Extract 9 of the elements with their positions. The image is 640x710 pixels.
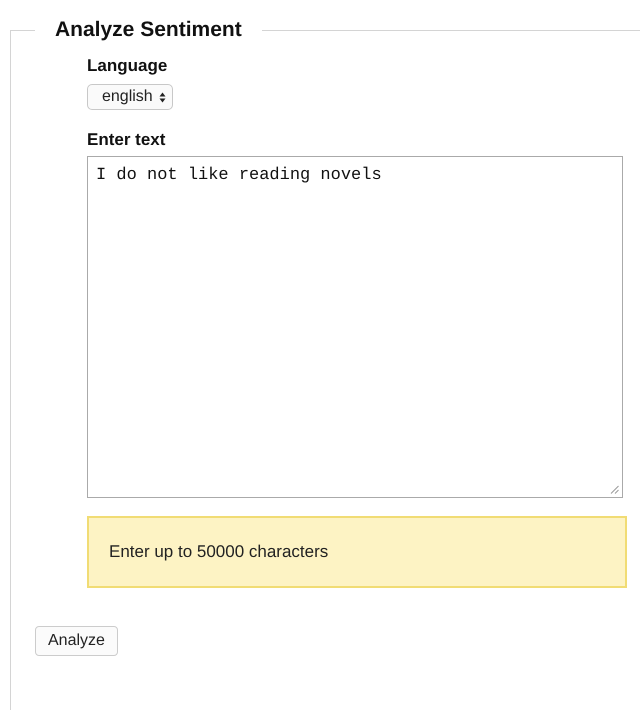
language-select[interactable]: english (87, 84, 173, 110)
text-input-field[interactable]: I do not like reading novels (87, 156, 623, 498)
up-down-caret-icon (158, 92, 166, 102)
analyze-button[interactable]: Analyze (35, 626, 118, 656)
resize-grip-icon (610, 485, 619, 494)
section-title: Analyze Sentiment (54, 18, 243, 42)
info-notice: Enter up to 50000 characters (87, 516, 627, 588)
field-label: Language (87, 56, 168, 76)
field-label: Enter text (87, 130, 166, 150)
